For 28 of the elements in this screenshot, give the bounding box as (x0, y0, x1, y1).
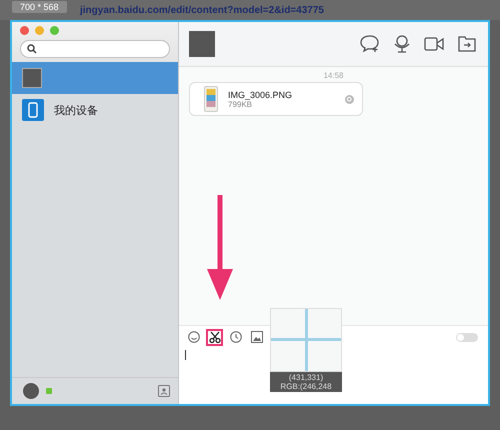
image-icon (250, 331, 262, 343)
browser-url: jingyan.baidu.com/edit/content?model=2&id=43775 (80, 4, 324, 16)
scissors-icon (208, 331, 220, 343)
toolbar-button[interactable] (206, 328, 223, 346)
contacts-icon[interactable] (158, 385, 170, 397)
search-icon (27, 44, 37, 54)
smiley-icon (188, 331, 200, 343)
chat-bubble-plus-icon[interactable] (360, 35, 380, 53)
folder-icon[interactable] (458, 36, 476, 52)
search-field[interactable] (20, 40, 170, 58)
avatar-placeholder (22, 68, 42, 88)
file-size: 799KB (228, 100, 252, 108)
image-file-icon (204, 86, 218, 112)
avatar-placeholder (189, 31, 215, 57)
phone-icon (22, 99, 44, 121)
file-name: IMG_3006.PNG (228, 90, 292, 100)
pixel-color-value: RGB:(246,248 (280, 382, 332, 391)
message-time: 14:58 (322, 71, 345, 80)
microphone-icon[interactable] (394, 35, 410, 53)
capture-size-label: 700 * 568 (12, 1, 67, 13)
avatar-placeholder[interactable] (22, 382, 40, 400)
file-message[interactable]: IMG_3006.PNG 799KB (189, 82, 363, 116)
close-button[interactable] (20, 26, 29, 35)
clock-icon (230, 331, 242, 343)
cursor-coordinates: (431,331) (288, 373, 324, 382)
contact-list-item[interactable]: 我的设备 (12, 94, 178, 126)
toggle-switch[interactable] (456, 332, 478, 342)
video-camera-icon[interactable] (424, 36, 444, 52)
